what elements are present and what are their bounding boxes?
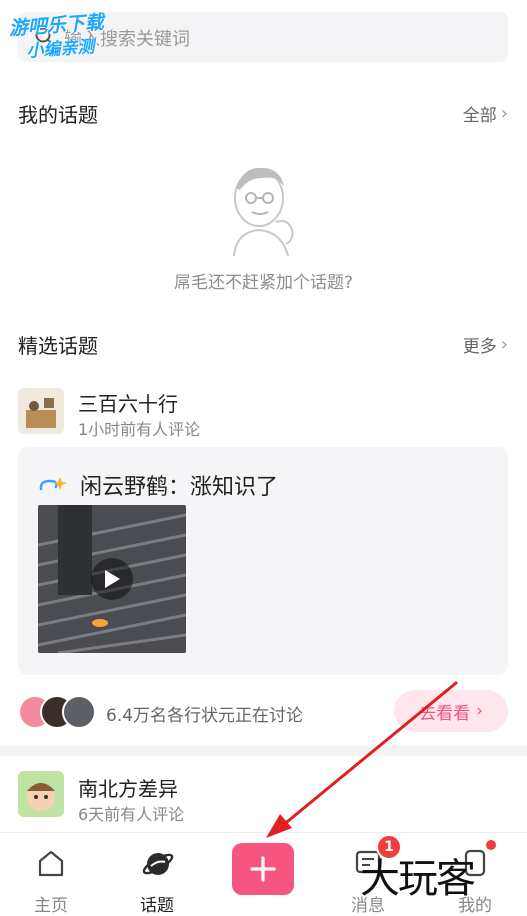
tab-label: 话题 [140,896,174,916]
chevron-right-icon: › [500,333,508,355]
home-icon [35,847,67,883]
post-card[interactable]: 闲云野鹤：涨知识了 [18,447,508,675]
avatar [62,695,96,729]
topic-thumbnail[interactable] [18,771,64,817]
topic-meta: 6天前有人评论 [78,805,185,824]
my-topics-all-label: 全部 [462,105,497,126]
sparkle-icon [38,473,68,501]
go-see-label: 去看看 [419,703,471,724]
topic-name[interactable]: 三百六十行 [78,388,178,417]
participant-avatars [18,695,98,729]
tab-home[interactable]: 主页 [11,841,91,916]
my-topics-header: 我的话题 全部 › [18,98,508,128]
topic-name[interactable]: 南北方差异 [78,773,178,802]
my-topics-title: 我的话题 [18,102,98,127]
topic-meta: 1小时前有人评论 [78,420,201,439]
tab-label: 主页 [34,896,68,916]
add-button[interactable] [232,843,294,895]
empty-state-text: 屌毛还不赶紧加个话题? [173,273,354,293]
watermark-top: 游吧乐下载 小编亲测 [8,7,152,77]
empty-illustration [214,160,314,260]
featured-title: 精选话题 [18,333,98,358]
watermark-bottom: 大玩客 [360,856,476,902]
topic-thumbnail[interactable] [18,388,64,434]
play-icon[interactable] [91,558,133,600]
section-divider [0,746,527,756]
featured-header: 精选话题 更多 › [18,329,508,359]
profile-notification-dot [486,840,496,850]
my-topics-all-link[interactable]: 全部 › [463,101,508,126]
video-thumbnail[interactable] [38,505,186,653]
plus-icon [250,856,276,882]
discussion-count: 6.4万名各行状元正在讨论 [106,706,304,726]
tab-topics[interactable]: 话题 [117,841,197,916]
post-title: 闲云野鹤：涨知识了 [80,475,279,500]
chevron-right-icon: › [500,102,508,124]
featured-more-label: 更多 [462,336,497,357]
chevron-right-icon: › [476,701,483,721]
go-see-button[interactable]: 去看看 › [394,690,508,732]
planet-icon [141,847,175,885]
featured-more-link[interactable]: 更多 › [463,332,508,357]
